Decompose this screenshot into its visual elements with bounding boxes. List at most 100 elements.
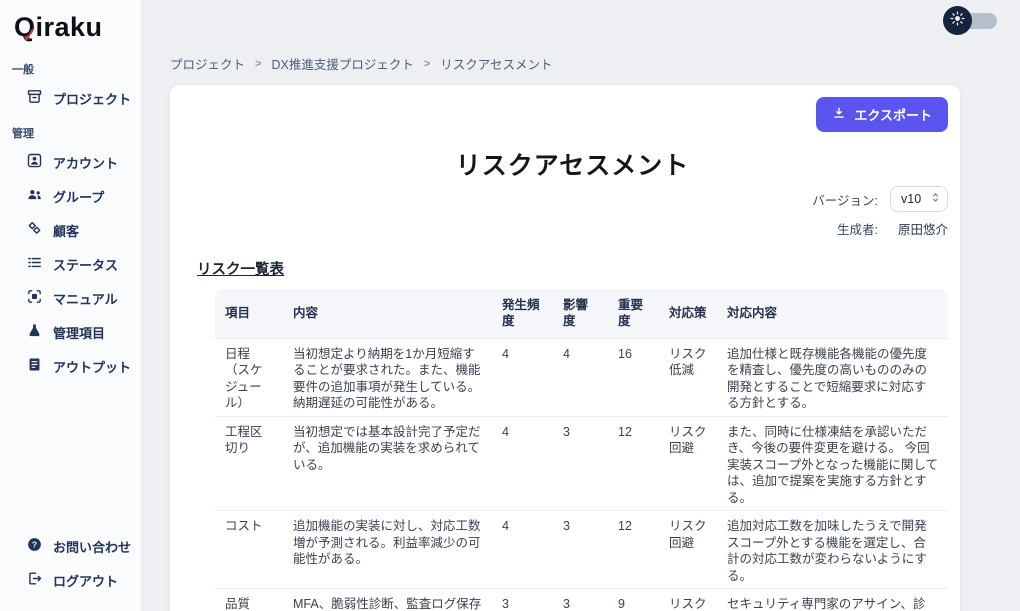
status-list-icon (26, 254, 43, 274)
sidebar-item-label: プロジェクト (53, 89, 131, 108)
breadcrumb-item-current[interactable]: リスクアセスメント (440, 54, 552, 73)
content-cell: 追加機能の実装に対し、対応工数増が予測される。利益率減少の可能性がある。 (283, 511, 492, 589)
col-strategy: 対応策 (659, 289, 717, 338)
col-importance: 重要度 (608, 289, 659, 338)
sidebar-section-admin: 管理 (0, 115, 141, 145)
sun-icon (949, 10, 966, 32)
item-cell: コスト (215, 511, 283, 589)
sidebar-item-label: アカウント (53, 153, 118, 172)
sidebar-item-logout[interactable]: ログアウト (0, 563, 141, 597)
sidebar-item-label: 顧客 (53, 221, 79, 240)
account-icon (26, 152, 43, 172)
sidebar-item-label: 管理項目 (53, 323, 105, 342)
flask-icon (26, 322, 43, 342)
main-area: プロジェクト > DX推進支援プロジェクト > リスクアセスメント エクスポート… (142, 0, 1020, 611)
creator-label: 生成者: (812, 219, 878, 238)
breadcrumb-item-dx-project[interactable]: DX推進支援プロジェクト (271, 54, 413, 73)
importance-cell: 12 (608, 416, 659, 511)
sidebar-item-manual[interactable]: マニュアル (0, 281, 141, 315)
response-cell: 追加対応工数を加味したうえで開発スコープ外とする機能を選定し、合計の対応工数が変… (717, 511, 948, 589)
breadcrumb-separator: > (424, 58, 430, 70)
breadcrumb-separator: > (255, 58, 261, 70)
item-cell: 品質 (215, 589, 283, 611)
sidebar-item-label: ステータス (53, 255, 118, 274)
sidebar-item-label: アウトプット (53, 357, 131, 376)
version-value: v10 (901, 192, 921, 206)
item-cell: 工程区切り (215, 416, 283, 511)
table-row: 工程区切り 当初想定では基本設計完了予定だが、追加機能の実装を求められている。 … (215, 416, 948, 511)
manual-scan-icon (26, 288, 43, 308)
toggle-knob (943, 6, 972, 35)
strategy-cell: リスク低減 (659, 338, 717, 416)
sidebar-item-contact[interactable]: ? お問い合わせ (0, 529, 141, 563)
sidebar: Qiraku ✓ 一般 プロジェクト 管理 アカウント グループ 顧客 ステータ… (0, 0, 142, 611)
col-response: 対応内容 (717, 289, 948, 338)
impact-cell: 3 (553, 416, 608, 511)
frequency-cell: 4 (492, 338, 553, 416)
version-select[interactable]: v10 (890, 186, 948, 212)
sidebar-item-account[interactable]: アカウント (0, 145, 141, 179)
page-title: リスクアセスメント (197, 146, 948, 182)
strategy-cell: リスク回避 (659, 511, 717, 589)
col-content: 内容 (283, 289, 492, 338)
project-box-icon (26, 88, 43, 108)
importance-cell: 16 (608, 338, 659, 416)
breadcrumb: プロジェクト > DX推進支援プロジェクト > リスクアセスメント (142, 0, 1020, 73)
export-button-label: エクスポート (854, 105, 932, 124)
col-frequency: 発生頻度 (492, 289, 553, 338)
strategy-cell: リスク低減 (659, 589, 717, 611)
response-cell: また、同時に仕様凍結を承認いただき、今後の要件変更を避ける。 今回実装スコープ外… (717, 416, 948, 511)
table-row: 品質 MFA、脆弱性診断、監査ログ保存といった厳格なセキュリティ要件が求められる… (215, 589, 948, 611)
impact-cell: 3 (553, 511, 608, 589)
version-label: バージョン: (812, 190, 878, 209)
sidebar-section-general: 一般 (0, 51, 141, 81)
frequency-cell: 3 (492, 589, 553, 611)
sidebar-item-group[interactable]: グループ (0, 179, 141, 213)
theme-toggle[interactable] (943, 6, 997, 36)
sidebar-item-project[interactable]: プロジェクト (0, 81, 141, 115)
select-chevrons-icon (930, 191, 941, 207)
export-row: エクスポート (197, 97, 948, 132)
sidebar-item-output[interactable]: アウトプット (0, 349, 141, 383)
risk-list-section-title: リスク一覧表 (197, 258, 948, 279)
item-cell: 日程（スケジュール） (215, 338, 283, 416)
content-cell: MFA、脆弱性診断、監査ログ保存といった厳格なセキュリティ要件が求められることに… (283, 589, 492, 611)
risk-table: 項目 内容 発生頻度 影響度 重要度 対応策 対応内容 日程（スケジュール） 当… (215, 289, 948, 611)
export-button[interactable]: エクスポート (816, 97, 948, 132)
response-cell: セキュリティ専門家のアサイン、診断・監査計画の策定し、関係部署間の強固な連携体制… (717, 589, 948, 611)
help-circle-icon: ? (26, 536, 43, 556)
sidebar-footer: ? お問い合わせ ログアウト (0, 529, 141, 597)
logo-check-icon: ✓ (20, 22, 41, 49)
meta-block: バージョン: v10 生成者: 原田悠介 (812, 186, 948, 238)
sidebar-item-status[interactable]: ステータス (0, 247, 141, 281)
table-row: コスト 追加機能の実装に対し、対応工数増が予測される。利益率減少の可能性がある。… (215, 511, 948, 589)
breadcrumb-item-projects[interactable]: プロジェクト (170, 54, 245, 73)
sidebar-item-label: ログアウト (53, 571, 118, 590)
risk-table-header: 項目 内容 発生頻度 影響度 重要度 対応策 対応内容 (215, 289, 948, 338)
sidebar-item-label: グループ (53, 187, 104, 206)
content-cell: 当初想定より納期を1か月短縮することが要求された。また、機能要件の追加事項が発生… (283, 338, 492, 416)
frequency-cell: 4 (492, 511, 553, 589)
strategy-cell: リスク回避 (659, 416, 717, 511)
logout-icon (26, 570, 43, 590)
output-document-icon (26, 356, 43, 376)
sidebar-item-label: マニュアル (53, 289, 118, 308)
customers-icon (26, 220, 43, 240)
creator-value: 原田悠介 (890, 219, 948, 238)
frequency-cell: 4 (492, 416, 553, 511)
table-row: 日程（スケジュール） 当初想定より納期を1か月短縮することが要求された。また、機… (215, 338, 948, 416)
svg-text:?: ? (32, 539, 37, 549)
col-impact: 影響度 (553, 289, 608, 338)
content-cell: 当初想定では基本設計完了予定だが、追加機能の実装を求められている。 (283, 416, 492, 511)
sidebar-item-managed-items[interactable]: 管理項目 (0, 315, 141, 349)
group-icon (26, 186, 43, 206)
impact-cell: 3 (553, 589, 608, 611)
importance-cell: 9 (608, 589, 659, 611)
impact-cell: 4 (553, 338, 608, 416)
sidebar-item-customers[interactable]: 顧客 (0, 213, 141, 247)
importance-cell: 12 (608, 511, 659, 589)
app-window: Qiraku ✓ 一般 プロジェクト 管理 アカウント グループ 顧客 ステータ… (0, 0, 1020, 611)
sidebar-item-label: お問い合わせ (53, 537, 131, 556)
logo[interactable]: Qiraku ✓ (0, 10, 141, 51)
content-card: エクスポート リスクアセスメント バージョン: v10 生成者: 原田悠介 リス… (170, 85, 960, 611)
